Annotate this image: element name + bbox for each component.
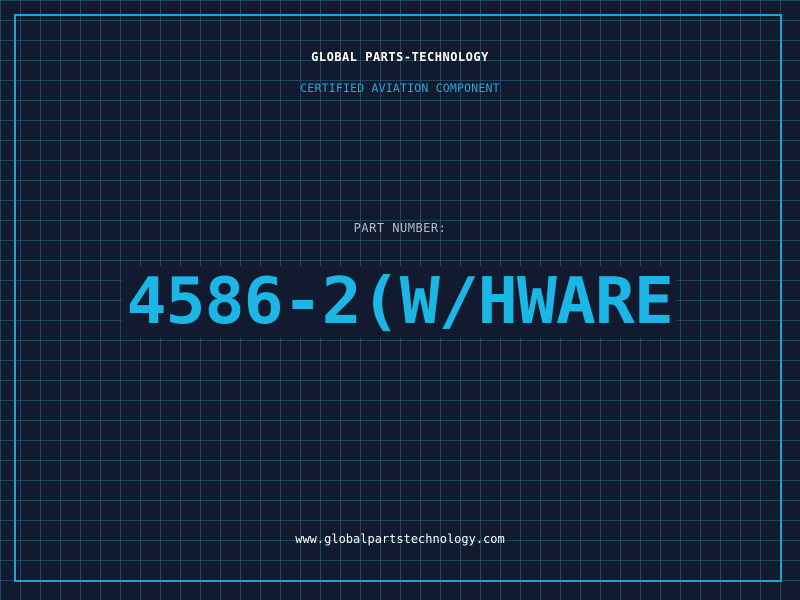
part-number-value: 4586-2(W/HWARE (122, 266, 678, 338)
part-number-label: PART NUMBER: (353, 221, 447, 235)
certificate-card: GLOBAL PARTS-TECHNOLOGY CERTIFIED AVIATI… (0, 0, 800, 600)
certification-subtitle: CERTIFIED AVIATION COMPONENT (300, 81, 500, 95)
company-name: GLOBAL PARTS-TECHNOLOGY (311, 50, 489, 64)
website-link[interactable]: www.globalpartstechnology.com (0, 532, 800, 546)
part-number-container: 4586-2(W/HWARE (0, 266, 800, 338)
